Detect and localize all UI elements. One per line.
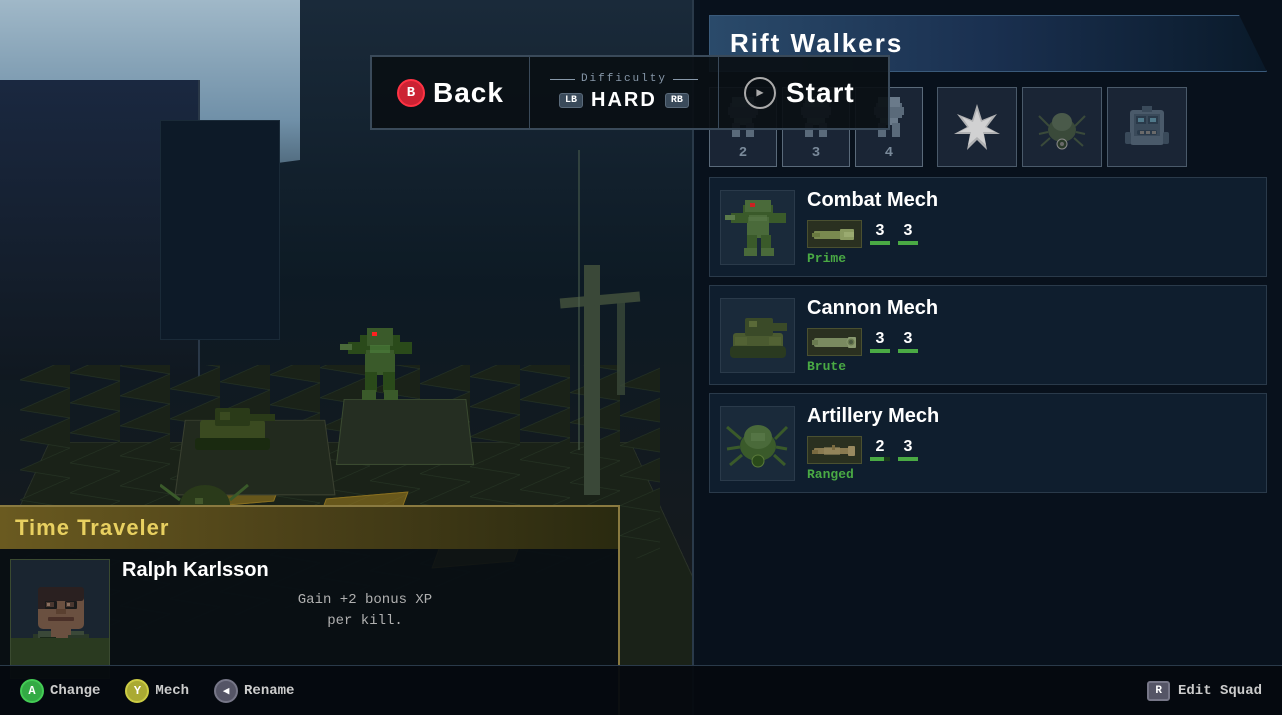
artillery-mech-sprite bbox=[725, 411, 790, 476]
dpad-left-button[interactable]: ◀ bbox=[214, 679, 238, 703]
combat-weapon-icon bbox=[807, 220, 862, 248]
slot-4-num: 4 bbox=[885, 145, 893, 161]
diff-line-left bbox=[550, 79, 575, 80]
crane-cable bbox=[617, 295, 625, 395]
artillery-stat1-bar bbox=[870, 457, 890, 461]
combat-mech-sprite bbox=[725, 195, 790, 260]
difficulty-value: HARD bbox=[591, 89, 657, 112]
back-section[interactable]: B Back bbox=[372, 57, 530, 128]
top-bar: B Back Difficulty LB HARD RB ▶ Start bbox=[370, 55, 890, 130]
pilot-avatar bbox=[10, 559, 110, 679]
ability-slot-explosion[interactable] bbox=[937, 87, 1017, 167]
cannon-icon bbox=[812, 223, 857, 245]
cannon-stat2: 3 bbox=[898, 330, 918, 353]
combat-mech-info: Combat Mech 3 3 bbox=[807, 189, 1256, 266]
artillery-weapon-icon bbox=[807, 436, 862, 464]
cannon-mech-name: Cannon Mech bbox=[807, 297, 1256, 320]
cannon-mech-img bbox=[720, 298, 795, 373]
play-icon: ▶ bbox=[756, 85, 763, 100]
artillery-mech-info: Artillery Mech 2 bbox=[807, 405, 1256, 482]
pilot-details: Ralph Karlsson Gain +2 bonus XPper kill. bbox=[122, 559, 608, 679]
spider-icon bbox=[1037, 102, 1087, 152]
explosion-icon bbox=[952, 102, 1002, 152]
bottom-bar: A Change Y Mech ◀ Rename R Edit Squad bbox=[0, 665, 1282, 715]
pilot-title: Time Traveler bbox=[15, 515, 169, 540]
bottom-controls-right[interactable]: R Edit Squad bbox=[1147, 681, 1262, 701]
cannon-mech-variant: Brute bbox=[807, 359, 1256, 374]
combat-mech-weapon-row: 3 3 bbox=[807, 220, 1256, 248]
combat-stat2: 3 bbox=[898, 222, 918, 245]
change-label: Change bbox=[50, 683, 100, 699]
cable-1 bbox=[578, 150, 580, 450]
r-button[interactable]: R bbox=[1147, 681, 1170, 701]
pilot-name: Ralph Karlsson bbox=[122, 559, 608, 582]
cannon-mech-weapon-row: 3 3 bbox=[807, 328, 1256, 356]
combat-mech-name: Combat Mech bbox=[807, 189, 1256, 212]
y-button[interactable]: Y bbox=[125, 679, 149, 703]
a-button[interactable]: A bbox=[20, 679, 44, 703]
combat-mech-img bbox=[720, 190, 795, 265]
cannon-mech-info: Cannon Mech 3 bbox=[807, 297, 1256, 374]
crane-arm bbox=[560, 292, 641, 309]
pilot-ability: Gain +2 bonus XPper kill. bbox=[122, 590, 608, 632]
mech-label: Mech bbox=[155, 683, 189, 699]
cannon-stat1: 3 bbox=[870, 330, 890, 353]
ability-slot-robot[interactable] bbox=[1107, 87, 1187, 167]
slot-2-num: 2 bbox=[739, 145, 747, 161]
cannon-weapon-icon bbox=[807, 328, 862, 356]
start-section[interactable]: ▶ Start bbox=[719, 57, 880, 128]
difficulty-title: Difficulty bbox=[581, 73, 667, 85]
diff-line-right bbox=[673, 79, 698, 80]
ability-slot-spider[interactable] bbox=[1022, 87, 1102, 167]
combat-mech-card[interactable]: Combat Mech 3 3 bbox=[709, 177, 1267, 277]
rename-control[interactable]: ◀ Rename bbox=[214, 679, 294, 703]
edit-squad-label: Edit Squad bbox=[1178, 683, 1262, 699]
cannon-mech-sprite bbox=[725, 303, 790, 368]
difficulty-header: Difficulty bbox=[550, 73, 698, 85]
back-label: Back bbox=[433, 77, 504, 109]
cannon-stat2-bar bbox=[898, 349, 918, 353]
cannon-mech-card[interactable]: Cannon Mech 3 bbox=[709, 285, 1267, 385]
pilot-header: Time Traveler bbox=[0, 507, 618, 549]
artillery-mech-weapon-row: 2 3 bbox=[807, 436, 1256, 464]
robot-icon bbox=[1122, 102, 1172, 152]
artillery-mech-name: Artillery Mech bbox=[807, 405, 1256, 428]
artillery-stat2: 3 bbox=[898, 438, 918, 461]
change-control[interactable]: A Change bbox=[20, 679, 100, 703]
slot-3-num: 3 bbox=[812, 145, 820, 161]
mech-control[interactable]: Y Mech bbox=[125, 679, 189, 703]
rb-button[interactable]: RB bbox=[665, 93, 689, 108]
combat-stat1: 3 bbox=[870, 222, 890, 245]
play-button-icon: ▶ bbox=[744, 77, 776, 109]
cannon-stat1-bar bbox=[870, 349, 890, 353]
artillery-stat1: 2 bbox=[870, 438, 890, 461]
artillery-mech-variant: Ranged bbox=[807, 467, 1256, 482]
b-button[interactable]: B bbox=[397, 79, 425, 107]
combat-mech-variant: Prime bbox=[807, 251, 1256, 266]
pipe-icon bbox=[812, 331, 857, 353]
rifle-icon bbox=[812, 439, 857, 461]
artillery-mech-img bbox=[720, 406, 795, 481]
artillery-stat2-bar bbox=[898, 457, 918, 461]
lb-button[interactable]: LB bbox=[559, 93, 583, 108]
bottom-controls-left: A Change Y Mech ◀ Rename bbox=[20, 679, 294, 703]
difficulty-controls: LB HARD RB bbox=[559, 89, 689, 112]
artillery-mech-card[interactable]: Artillery Mech 2 bbox=[709, 393, 1267, 493]
difficulty-section: Difficulty LB HARD RB bbox=[530, 57, 719, 128]
stat1-bar bbox=[870, 241, 890, 245]
slot-divider bbox=[928, 87, 932, 167]
main-mech bbox=[340, 320, 420, 425]
start-label: Start bbox=[786, 77, 855, 109]
squad-title-text: Rift Walkers bbox=[730, 28, 903, 58]
stat2-bar bbox=[898, 241, 918, 245]
rename-label: Rename bbox=[244, 683, 294, 699]
tank-mech bbox=[190, 400, 280, 460]
